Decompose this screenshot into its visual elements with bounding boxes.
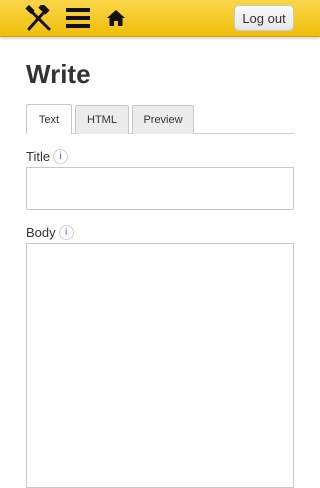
tab-text[interactable]: Text [26,104,72,134]
page-title: Write [26,59,91,89]
title-input[interactable] [26,167,294,210]
body-textarea[interactable] [26,243,294,488]
body-label: Body [26,225,56,240]
home-icon[interactable] [104,4,128,32]
body-info-icon[interactable]: i [58,225,74,240]
hamburger-menu-icon[interactable] [64,4,92,32]
body-label-row: Body i [26,225,74,240]
title-label-row: Title i [26,149,69,164]
tab-preview[interactable]: Preview [132,105,194,134]
top-bar: Log out [0,0,320,37]
editor-tabs: Text HTML Preview [26,104,294,134]
tools-icon[interactable] [24,4,54,32]
logout-button[interactable]: Log out [234,5,294,31]
tab-html[interactable]: HTML [75,105,129,134]
title-label: Title [26,149,51,164]
title-info-icon[interactable]: i [53,149,69,164]
